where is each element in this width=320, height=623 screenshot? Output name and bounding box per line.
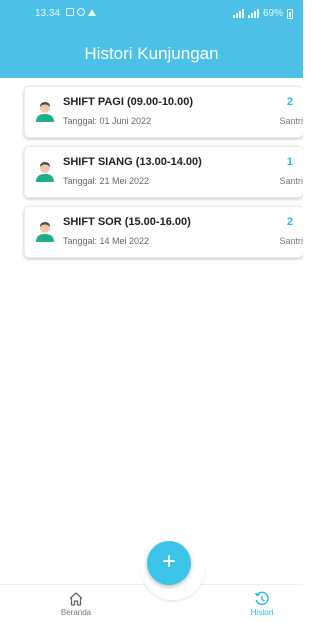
nav-histori-label: Histori (250, 608, 274, 617)
visit-count: 1 (286, 156, 293, 168)
visit-count: 2 (286, 96, 293, 108)
visit-card[interactable]: SHIFT SIANG (13.00-14.00) Tanggal: 21 Me… (24, 146, 303, 198)
visit-count: 2 (286, 216, 293, 228)
visit-unit: Santri (279, 116, 303, 126)
user-avatar-icon (36, 102, 54, 122)
visit-date: Tanggal: 21 Mei 2022 (63, 176, 150, 186)
history-icon (254, 591, 269, 606)
signal-icon-2 (247, 9, 259, 18)
nav-beranda-label: Beranda (60, 608, 92, 617)
nav-beranda[interactable]: Beranda (46, 587, 106, 617)
visit-date: Tanggal: 01 Juni 2022 (63, 116, 152, 126)
visit-list: SHIFT PAGI (09.00-10.00) Tanggal: 01 Jun… (24, 86, 303, 266)
page-title: Histori Kunjungan (84, 44, 219, 63)
warning-icon (88, 8, 96, 16)
add-visit-button[interactable]: + (147, 541, 191, 585)
status-time: 13.34 (35, 8, 61, 19)
visit-card[interactable]: SHIFT SOR (15.00-16.00) Tanggal: 14 Mei … (24, 206, 303, 258)
visit-unit: Santri (279, 236, 303, 246)
sync-icon (77, 8, 85, 16)
visit-shift: SHIFT PAGI (09.00-10.00) (63, 96, 194, 108)
home-icon (69, 592, 83, 606)
visit-unit: Santri (279, 176, 303, 186)
gallery-icon (66, 8, 74, 16)
notification-icons (66, 8, 96, 16)
header-bar: 13.34 69% Histori Kunjungan (0, 0, 303, 78)
visit-shift: SHIFT SIANG (13.00-14.00) (63, 156, 202, 168)
visit-shift: SHIFT SOR (15.00-16.00) (63, 216, 191, 228)
visit-date: Tanggal: 14 Mei 2022 (63, 236, 150, 246)
battery-percent: 69% (262, 8, 283, 19)
signal-icon (232, 9, 244, 18)
user-avatar-icon (36, 222, 54, 242)
battery-icon (287, 8, 293, 19)
app-screen: 13.34 69% Histori Kunjungan SHIFT PAGI (… (0, 0, 303, 623)
user-avatar-icon (36, 162, 54, 182)
nav-histori[interactable]: Histori (232, 587, 292, 617)
visit-card[interactable]: SHIFT PAGI (09.00-10.00) Tanggal: 01 Jun… (24, 86, 303, 138)
status-bar: 13.34 69% (0, 0, 303, 26)
status-right: 69% (232, 8, 293, 19)
